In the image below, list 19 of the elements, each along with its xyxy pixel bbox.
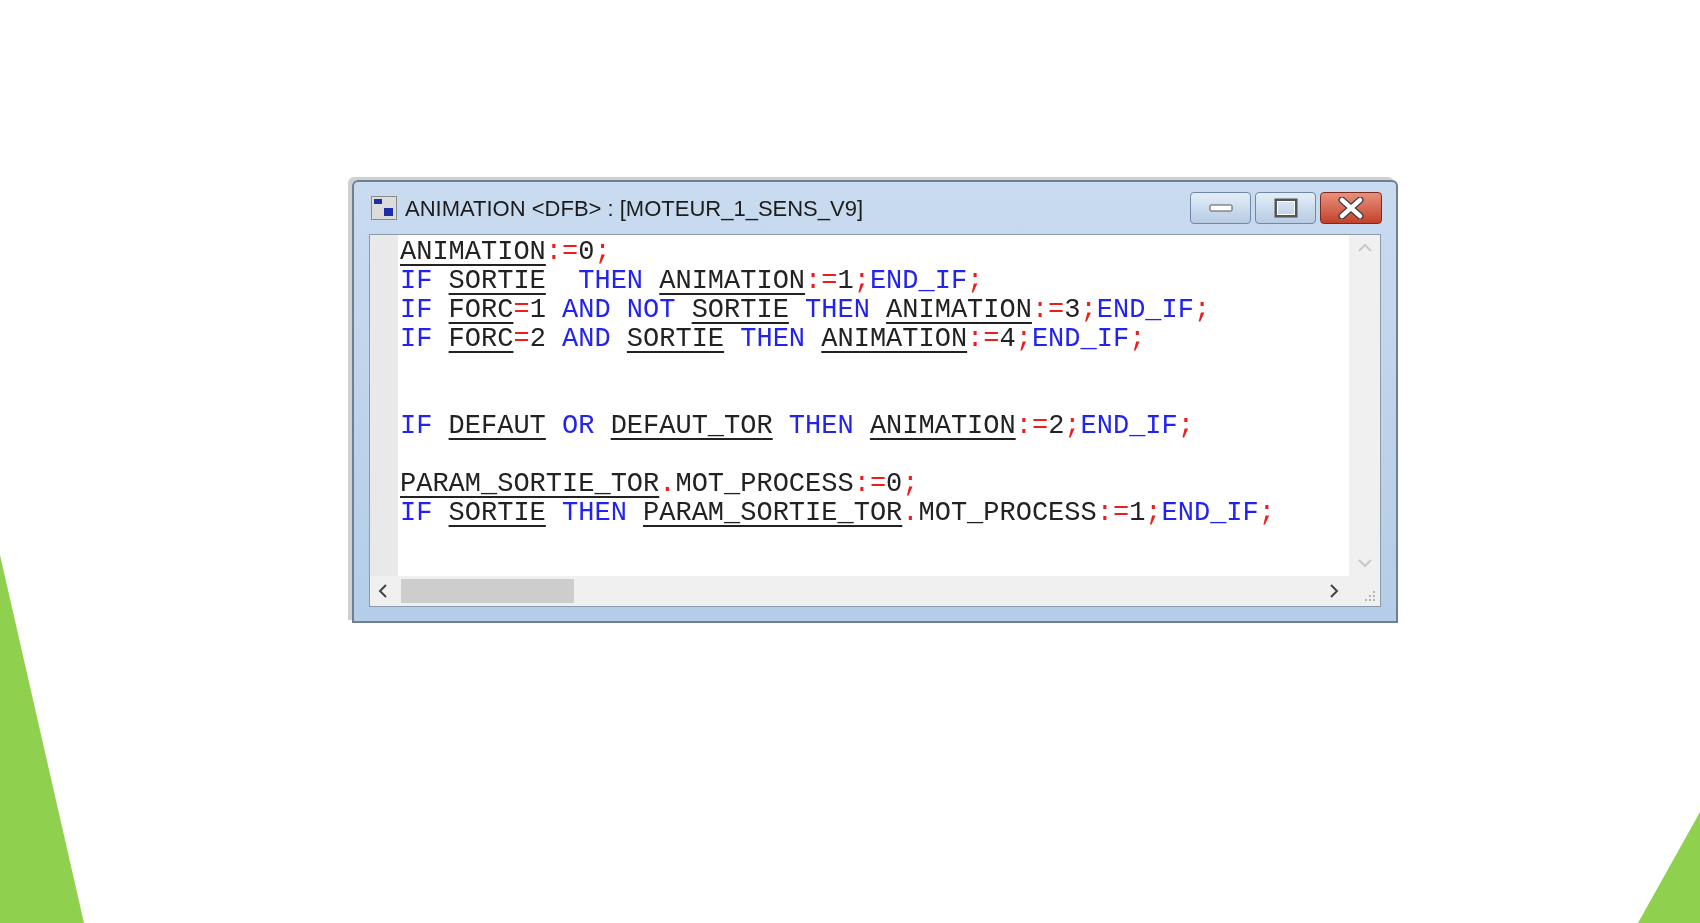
code-line: IF SORTIE THEN ANIMATION:=1;END_IF;	[400, 267, 985, 296]
maximize-icon	[1273, 198, 1298, 218]
scroll-left-icon[interactable]	[378, 584, 387, 598]
maximize-button[interactable]	[1255, 192, 1316, 224]
scroll-right-icon[interactable]	[1330, 584, 1339, 598]
resize-grip-icon[interactable]	[1364, 590, 1376, 602]
code-line: PARAM_SORTIE_TOR.MOT_PROCESS:=0;	[400, 470, 920, 499]
minimize-icon	[1208, 204, 1233, 212]
scrollbar-thumb[interactable]	[401, 579, 574, 603]
code-line: IF DEFAUT OR DEFAUT_TOR THEN ANIMATION:=2;END_IF;	[400, 412, 1195, 441]
close-button[interactable]	[1320, 192, 1382, 224]
app-icon	[371, 196, 397, 220]
window-title: ANIMATION <DFB> : [MOTEUR_1_SENS_V9]	[405, 194, 864, 223]
code-line: IF SORTIE THEN PARAM_SORTIE_TOR.MOT_PROCESS:=1;END_IF;	[400, 499, 1276, 528]
code-line: ANIMATION:=0;	[400, 238, 612, 267]
code-line: IF FORC=2 AND SORTIE THEN ANIMATION:=4;END_IF;	[400, 325, 1147, 354]
close-icon	[1338, 197, 1364, 219]
code-line: IF FORC=1 AND NOT SORTIE THEN ANIMATION:=3;END_IF;	[400, 296, 1212, 325]
minimize-button[interactable]	[1190, 192, 1251, 224]
